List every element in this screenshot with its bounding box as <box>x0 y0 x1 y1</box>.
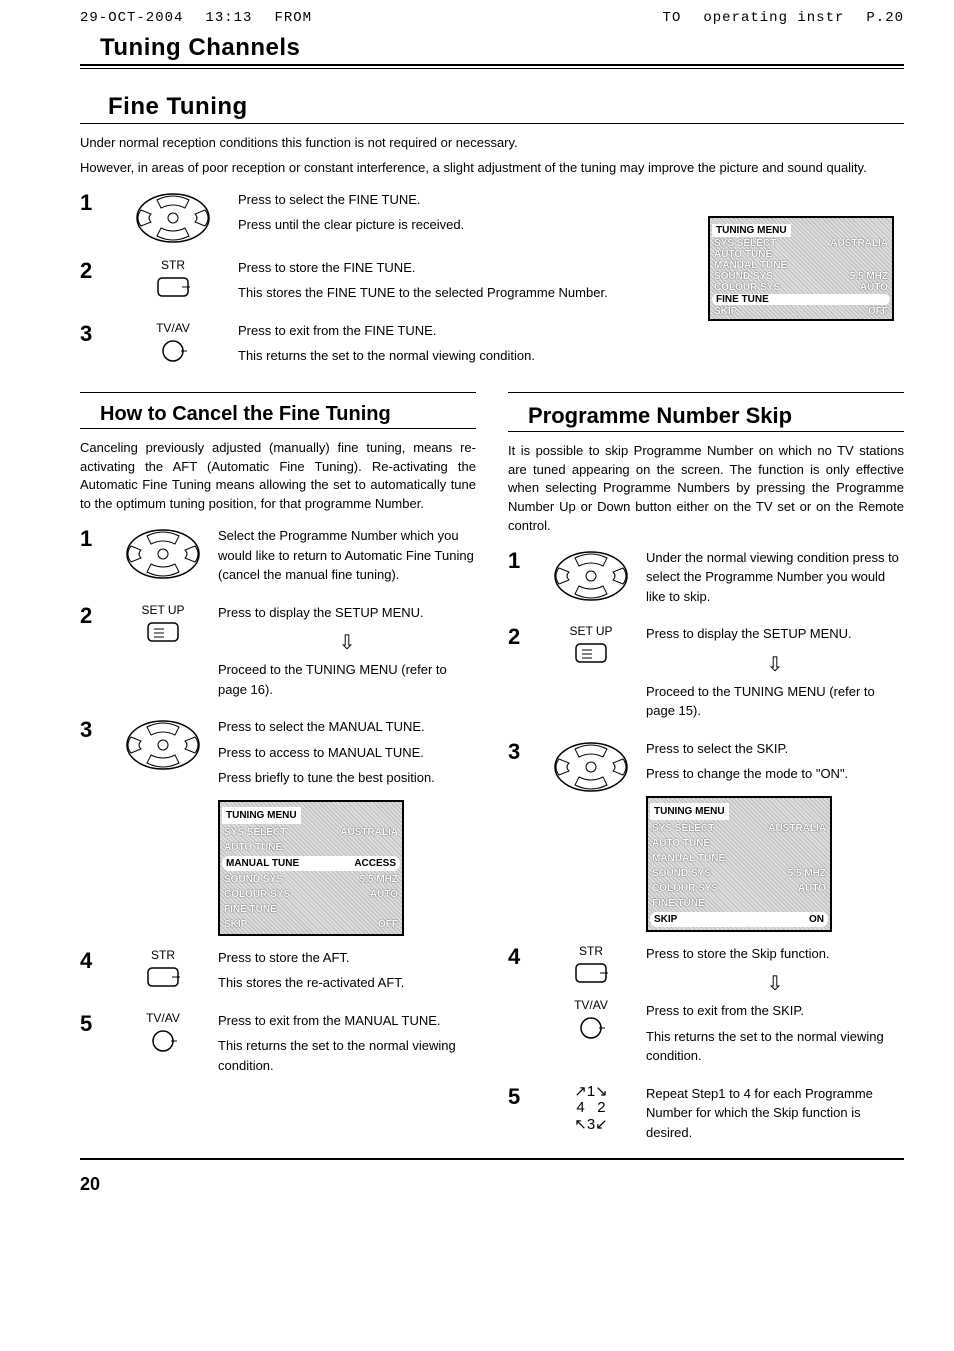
step-num: 2 <box>508 624 536 650</box>
fine-intro-1: Under normal reception conditions this f… <box>80 134 904 153</box>
step-text: Press to display the SETUP MENU. <box>218 603 476 623</box>
btn-label: TV/AV <box>156 321 190 335</box>
btn-label: TV/AV <box>146 1011 180 1025</box>
step-text: This stores the FINE TUNE to the selecte… <box>238 283 658 303</box>
step-text: Press to select the SKIP. <box>646 739 904 759</box>
btn-label: SET UP <box>569 624 612 638</box>
step-num: 4 <box>80 948 108 974</box>
fax-doc: operating instr <box>703 10 844 26</box>
btn-label: TV/AV <box>574 998 608 1012</box>
step-text: Press to display the SETUP MENU. <box>646 624 904 644</box>
step-text: Press to store the AFT. <box>218 948 476 968</box>
step-text: This returns the set to the normal viewi… <box>238 346 658 366</box>
navpad-icon <box>551 739 631 795</box>
step-num: 3 <box>80 321 108 347</box>
tvav-button-icon <box>149 1027 177 1055</box>
step-text: Press to change the mode to "ON". <box>646 764 904 784</box>
cancel-intro: Canceling previously adjusted (manually)… <box>80 439 476 514</box>
step-num: 5 <box>508 1084 536 1110</box>
heading-fine-tuning: Fine Tuning <box>108 93 904 121</box>
step-num: 2 <box>80 258 108 284</box>
fax-header: 29-OCT-2004 13:13 FROM TO operating inst… <box>80 10 904 26</box>
step-num: 5 <box>80 1011 108 1037</box>
fax-time: 13:13 <box>205 10 252 26</box>
step-text: Press to store the FINE TUNE. <box>238 258 658 278</box>
step-text: Press to access to MANUAL TUNE. <box>218 743 476 763</box>
step-text: Repeat Step1 to 4 for each Programme Num… <box>646 1084 904 1143</box>
menu-title: TUNING MENU <box>712 224 791 237</box>
step-text: Press until the clear picture is receive… <box>238 215 598 235</box>
step-text: Select the Programme Number which you wo… <box>218 526 476 585</box>
fax-date: 29-OCT-2004 <box>80 10 183 26</box>
fax-from: FROM <box>274 10 312 26</box>
repeat-cycle-icon: ↗1↘4 2↖3↙ <box>561 1084 621 1134</box>
tvav-button-icon <box>159 337 187 365</box>
tuning-menu-box: TUNING MENU SYS SELECTAUSTRALIA AUTO TUN… <box>646 796 832 932</box>
step-text: Proceed to the TUNING MENU (refer to pag… <box>218 660 476 699</box>
step-text: Press to select the FINE TUNE. <box>238 190 598 210</box>
str-button-icon <box>146 964 180 990</box>
step-text: Press to store the Skip function. <box>646 944 904 964</box>
tuning-menu-box: TUNING MENU SYS SELECTAUSTRALIA AUTO TUN… <box>708 216 894 321</box>
setup-button-icon <box>146 619 180 645</box>
step-num: 2 <box>80 603 108 629</box>
page-number: 20 <box>80 1174 904 1195</box>
step-text: Press to select the MANUAL TUNE. <box>218 717 476 737</box>
fax-page: P.20 <box>866 10 904 26</box>
step-text: This returns the set to the normal viewi… <box>646 1027 904 1066</box>
step-num: 1 <box>80 190 108 216</box>
str-button-icon <box>574 960 608 986</box>
btn-label: STR <box>151 948 175 962</box>
step-text: Under the normal viewing condition press… <box>646 548 904 607</box>
navpad-icon <box>551 548 631 604</box>
step-text: This returns the set to the normal viewi… <box>218 1036 476 1075</box>
tuning-menu-box: TUNING MENU SYS SELECTAUSTRALIA AUTO TUN… <box>218 800 404 936</box>
fax-to: TO <box>663 10 682 26</box>
step-text: Press to exit from the FINE TUNE. <box>238 321 658 341</box>
step-text: Press briefly to tune the best position. <box>218 768 476 788</box>
navpad-icon <box>123 526 203 582</box>
skip-intro: It is possible to skip Programme Number … <box>508 442 904 536</box>
navpad-icon <box>133 190 213 246</box>
str-button-icon <box>156 274 190 300</box>
step-num: 1 <box>508 548 536 574</box>
step-num: 4 <box>508 944 536 970</box>
heading-cancel-fine-tuning: How to Cancel the Fine Tuning <box>100 403 476 426</box>
down-arrow-icon: ⇩ <box>218 628 476 658</box>
step-num: 1 <box>80 526 108 552</box>
btn-label: SET UP <box>141 603 184 617</box>
fine-intro-2: However, in areas of poor reception or c… <box>80 159 904 178</box>
down-arrow-icon: ⇩ <box>646 650 904 680</box>
step-num: 3 <box>508 739 536 765</box>
btn-label: STR <box>579 944 603 958</box>
btn-label: STR <box>161 258 185 272</box>
navpad-icon <box>123 717 203 773</box>
step-text: Press to exit from the MANUAL TUNE. <box>218 1011 476 1031</box>
heading-programme-number-skip: Programme Number Skip <box>528 403 904 429</box>
step-text: This stores the re-activated AFT. <box>218 973 476 993</box>
setup-button-icon <box>574 640 608 666</box>
down-arrow-icon: ⇩ <box>646 969 904 999</box>
step-text: Proceed to the TUNING MENU (refer to pag… <box>646 682 904 721</box>
tvav-button-icon <box>577 1014 605 1042</box>
heading-tuning-channels: Tuning Channels <box>100 34 904 62</box>
step-num: 3 <box>80 717 108 743</box>
step-text: Press to exit from the SKIP. <box>646 1001 904 1021</box>
